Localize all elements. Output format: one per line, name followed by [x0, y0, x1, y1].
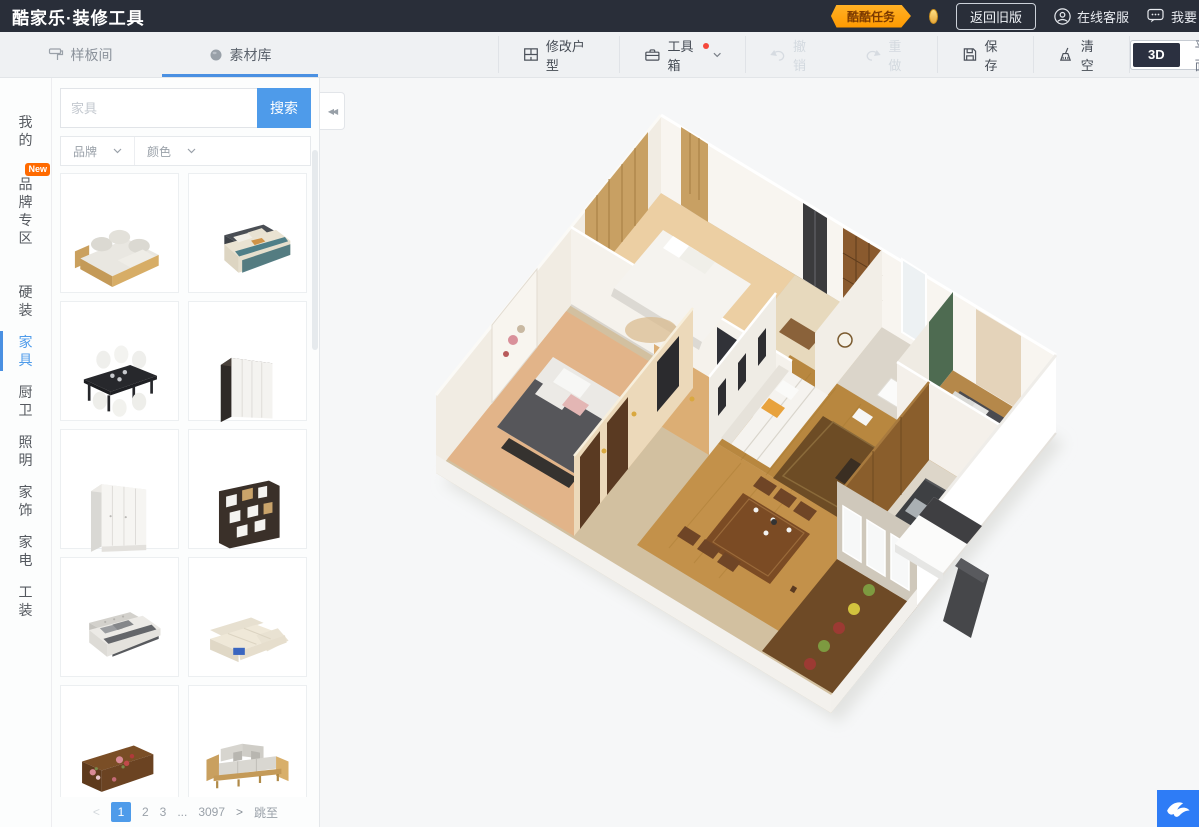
thumb-black-dining-table-set[interactable]: [60, 301, 179, 421]
floorplan-3d-render[interactable]: [321, 78, 1199, 827]
page-button[interactable]: 2: [142, 805, 149, 819]
panel-tabs: 样板间 素材库: [0, 32, 320, 77]
toolbox-button[interactable]: 工具箱: [620, 32, 746, 77]
filter-dropdown[interactable]: 品牌: [61, 137, 134, 165]
paint-roller-icon: [48, 48, 63, 60]
bird-icon: [1167, 801, 1190, 817]
thumb-white-wardrobe[interactable]: [60, 429, 179, 549]
thumb-wood-frame-sofa[interactable]: [188, 685, 307, 797]
page-button[interactable]: 1: [110, 802, 131, 822]
undo-icon: [770, 49, 785, 61]
jump-to-page[interactable]: 跳至: [254, 804, 278, 821]
online-support-button[interactable]: 在线客服: [1054, 7, 1129, 26]
next-page-button[interactable]: >: [236, 805, 243, 819]
app-logo: 酷家乐·装修工具: [12, 8, 145, 28]
sidebar-item-appliances[interactable]: 家电: [0, 526, 51, 576]
sidebar-item-mine[interactable]: 我的: [0, 106, 51, 156]
feedback-button[interactable]: 我要: [1147, 7, 1197, 26]
sidebar-item-furniture[interactable]: 家具: [0, 326, 51, 376]
chevron-down-icon: [113, 148, 122, 154]
tab-sample-rooms[interactable]: 样板间: [0, 32, 160, 77]
toolbox-icon: [644, 49, 660, 61]
task-badge-button[interactable]: 酷酷任务: [830, 4, 911, 28]
thumb-beige-sectional-sofa[interactable]: [188, 557, 307, 677]
tab-material-library[interactable]: 素材库: [160, 32, 320, 77]
back-to-old-version-button[interactable]: 返回旧版: [955, 2, 1036, 30]
filter-dropdown[interactable]: 颜色: [134, 137, 208, 165]
sidebar-item-home-decor[interactable]: 家饰: [0, 476, 51, 526]
notification-dot: [703, 43, 710, 49]
tool-buttons: 修改户型 工具箱 撤销 重做 保存 清空 3D: [320, 32, 1199, 77]
page-button[interactable]: 3097: [198, 805, 225, 819]
view-3d-option[interactable]: 3D: [1133, 42, 1180, 67]
save-icon: [963, 48, 976, 61]
broom-icon: [1059, 47, 1071, 61]
search-input[interactable]: [60, 88, 257, 128]
sidebar-item-kitchen-bath[interactable]: 厨卫: [0, 376, 51, 426]
pagination: < 1 2 3 ... 3097 > 跳至: [60, 801, 311, 823]
chevron-down-icon: [187, 148, 196, 154]
page-button[interactable]: ...: [177, 805, 187, 819]
chat-bubble-icon: [1147, 8, 1164, 23]
collapse-icon: ◀◀: [327, 106, 338, 116]
clear-button[interactable]: 清空: [1034, 32, 1129, 77]
modify-floorplan-button[interactable]: 修改户型: [499, 32, 619, 77]
save-button[interactable]: 保存: [938, 32, 1033, 77]
undo-button[interactable]: 撤销: [746, 32, 841, 77]
view-plan-option[interactable]: 平面: [1180, 36, 1199, 74]
feedback-bird-button[interactable]: [1157, 790, 1199, 827]
design-canvas[interactable]: [321, 78, 1199, 827]
thumb-dark-cube-bookshelf[interactable]: [188, 429, 307, 549]
thumb-dark-wardrobe-white-doors[interactable]: [188, 301, 307, 421]
product-grid: [60, 173, 311, 797]
top-bar: 酷家乐·装修工具 酷酷任务 返回旧版 在线客服 我要: [0, 0, 1199, 32]
thumb-carved-wood-trunk[interactable]: [60, 685, 179, 797]
thumb-bed-teal-blanket[interactable]: [188, 173, 307, 293]
floorplan-icon: [524, 48, 538, 61]
prev-page-button[interactable]: <: [93, 805, 100, 819]
redo-icon: [867, 49, 882, 61]
toolbar: 样板间 素材库 修改户型 工具箱 撤销 重做 保存 清空 3D: [0, 32, 1199, 78]
thumb-wood-sectional-sofa[interactable]: [60, 173, 179, 293]
sidebar-item-lighting[interactable]: 照明: [0, 426, 51, 476]
search-button[interactable]: 搜索: [257, 88, 311, 128]
page-button[interactable]: 3: [160, 805, 167, 819]
new-badge: New: [25, 163, 50, 176]
sidebar-item-commercial[interactable]: 工装: [0, 576, 51, 626]
sphere-icon: [210, 49, 221, 60]
support-person-icon: [1054, 7, 1071, 25]
redo-button[interactable]: 重做: [841, 32, 936, 77]
coin-icon: [928, 8, 938, 24]
filter-row: 品牌 颜色: [60, 136, 311, 166]
panel-content: 搜索 品牌 颜色: [52, 78, 319, 827]
view-mode-toggle[interactable]: 3D 平面: [1130, 39, 1199, 73]
chevron-down-icon: [713, 52, 721, 57]
app-window: 酷家乐·装修工具 酷酷任务 返回旧版 在线客服 我要 样板间 素材库 修改户型 …: [0, 0, 1199, 827]
sidebar-item-hard-decor[interactable]: 硬装: [0, 276, 51, 326]
thumb-gray-tufted-bed[interactable]: [60, 557, 179, 677]
category-rail: 我的 New 品牌专区 硬装 家具 厨卫 照明 家饰 家电 工装: [0, 78, 52, 827]
sidebar-item-brand-zone[interactable]: New 品牌专区: [0, 163, 51, 254]
panel-collapse-button[interactable]: ◀◀: [320, 92, 345, 130]
panel-scrollbar[interactable]: [312, 150, 318, 350]
material-panel: 我的 New 品牌专区 硬装 家具 厨卫 照明 家饰 家电 工装 家具 搜索 品…: [0, 78, 320, 827]
